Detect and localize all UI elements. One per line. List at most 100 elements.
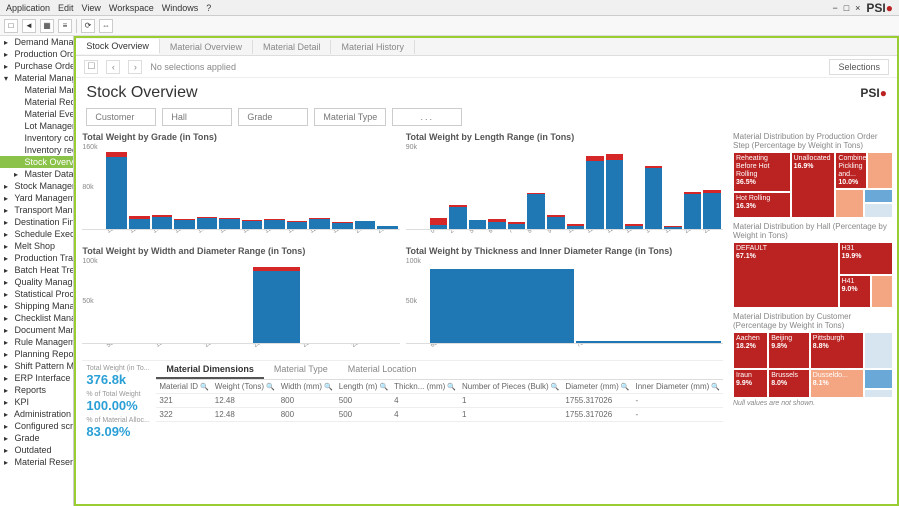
search-icon[interactable]: 🔍 (324, 384, 333, 391)
tree-item[interactable]: Stock Overview (0, 156, 73, 168)
menu-application[interactable]: Application (6, 3, 50, 13)
tab[interactable]: Material History (331, 40, 415, 54)
tree-item[interactable]: ▸ ERP Interface Control (0, 372, 73, 384)
back-button[interactable]: ◄ (22, 19, 36, 33)
bar[interactable] (253, 267, 300, 343)
table-row[interactable]: 32212.48800500411755.317026- (156, 408, 723, 422)
treemap-cell[interactable] (867, 152, 893, 189)
treemap-cell[interactable]: Hot Rolling16.3% (733, 192, 791, 218)
bar[interactable] (606, 154, 624, 229)
minimize-icon[interactable]: − (832, 3, 837, 13)
treemap-cell[interactable] (864, 369, 893, 389)
table-header[interactable]: Weight (Tons)🔍 (212, 380, 278, 394)
bar[interactable] (309, 218, 330, 229)
treemap-cell[interactable]: Reheating Before Hot Rolling36.5% (733, 152, 791, 192)
bar[interactable] (106, 152, 127, 229)
table-header[interactable]: Diameter (mm)🔍 (562, 380, 632, 394)
bar[interactable] (332, 222, 353, 229)
filter-pill[interactable]: Material Type (314, 108, 386, 126)
tree-item[interactable]: ▸ Shipping Management (0, 300, 73, 312)
menu-?[interactable]: ? (206, 3, 211, 13)
search-icon[interactable]: 🔍 (200, 384, 209, 391)
table-header[interactable]: Material ID🔍 (156, 380, 211, 394)
bar[interactable] (197, 217, 218, 229)
bar[interactable] (508, 222, 526, 229)
table-tab[interactable]: Material Dimensions (156, 361, 264, 379)
tree-item[interactable]: ▸ Document Management (0, 324, 73, 336)
bar[interactable] (355, 221, 376, 229)
tree-item[interactable]: ▸ Checklist Management (0, 312, 73, 324)
tree-item[interactable]: ▸ Schedule Execution Management (0, 228, 73, 240)
tree-item[interactable]: ▸ Material Reservation (0, 456, 73, 468)
maximize-icon[interactable]: □ (844, 3, 849, 13)
new-button[interactable]: □ (4, 19, 18, 33)
selections-button[interactable]: Selections (829, 59, 889, 75)
bar[interactable] (625, 224, 643, 229)
menu-view[interactable]: View (82, 3, 101, 13)
bar[interactable] (449, 205, 467, 229)
refresh-button[interactable]: ⟳ (81, 19, 95, 33)
treemap-cell[interactable] (864, 203, 893, 218)
tree-item[interactable]: ▸ Stock Management (0, 180, 73, 192)
tree-item[interactable]: ▸ Yard Management (0, 192, 73, 204)
treemap-cell[interactable]: Unallocated16.9% (791, 152, 836, 218)
treemap-cell[interactable]: DEFAULT67.1% (733, 242, 839, 308)
grid-button[interactable]: ▦ (40, 19, 54, 33)
tree-item[interactable]: ▸ Statistical Process Control (0, 288, 73, 300)
tree-item[interactable]: ▸ Planning Repository Management (0, 348, 73, 360)
treemap-cell[interactable]: Pittsburgh8.8% (810, 332, 864, 369)
tree-item[interactable]: Lot Management (0, 120, 73, 132)
treemap-cell[interactable]: H3119.9% (839, 242, 893, 275)
link-button[interactable]: ⇔ (99, 19, 113, 33)
treemap-cell[interactable] (835, 189, 864, 218)
table-header[interactable]: Thickn... (mm)🔍 (391, 380, 459, 394)
menu-edit[interactable]: Edit (58, 3, 74, 13)
tree-item[interactable]: ▸ Purchase Order (0, 60, 73, 72)
back-icon[interactable]: ‹ (106, 60, 120, 74)
menu-windows[interactable]: Windows (162, 3, 199, 13)
tab[interactable]: Material Detail (253, 40, 332, 54)
tree-item[interactable]: ▸ Reports (0, 384, 73, 396)
tree-item[interactable]: ▸ Destination Finding (0, 216, 73, 228)
bar[interactable] (547, 215, 565, 229)
tree-item[interactable]: Inventory counting (0, 132, 73, 144)
tree-item[interactable]: ▸ Quality Management (0, 276, 73, 288)
tree-item[interactable]: Material Management (0, 84, 73, 96)
tree-item[interactable]: ▸ Melt Shop (0, 240, 73, 252)
bar[interactable] (684, 192, 702, 229)
table-header[interactable]: Width (mm)🔍 (278, 380, 336, 394)
search-icon[interactable]: 🔍 (621, 384, 630, 391)
treemap-cell[interactable] (864, 389, 893, 398)
tree-item[interactable]: ▸ Rule Management (0, 336, 73, 348)
bar[interactable] (152, 215, 173, 229)
search-icon[interactable]: 🔍 (266, 384, 275, 391)
bar[interactable] (264, 219, 285, 229)
tree-item[interactable]: ▸ Transport Management (0, 204, 73, 216)
tree-item[interactable]: ▸ Production Order (0, 48, 73, 60)
bar[interactable] (567, 224, 585, 229)
tree-item[interactable]: ▸ Shift Pattern Management (0, 360, 73, 372)
tree-item[interactable]: Material Event (0, 108, 73, 120)
treemap-cell[interactable]: Combined Pickling and...10.0% (835, 152, 867, 189)
tree-item[interactable]: ▸ Master Data (0, 168, 73, 180)
bar[interactable] (469, 220, 487, 229)
bar[interactable] (586, 156, 604, 229)
tree-item[interactable]: ▸ Demand Manager (0, 36, 73, 48)
bar[interactable] (664, 226, 682, 229)
tree-item[interactable]: ▾ Material Management (0, 72, 73, 84)
bar[interactable] (645, 166, 663, 229)
filter-pill[interactable]: Grade (238, 108, 308, 126)
search-icon[interactable]: 🔍 (551, 384, 560, 391)
filter-pill[interactable]: ... (392, 108, 462, 126)
tree-item[interactable]: ▸ Grade (0, 432, 73, 444)
treemap-cell[interactable]: Iraun9.9% (733, 369, 768, 398)
bars-button[interactable]: ≡ (58, 19, 72, 33)
treemap-cell[interactable]: Dusseldo...8.1% (810, 369, 864, 398)
search-icon[interactable]: 🔍 (447, 384, 456, 391)
treemap-cell[interactable]: H419.0% (839, 275, 871, 308)
bar[interactable] (430, 218, 448, 229)
bar[interactable] (219, 218, 240, 229)
tree-item[interactable]: ▸ Outdated (0, 444, 73, 456)
tree-item[interactable]: Material Receipt (0, 96, 73, 108)
bar[interactable] (527, 193, 545, 229)
